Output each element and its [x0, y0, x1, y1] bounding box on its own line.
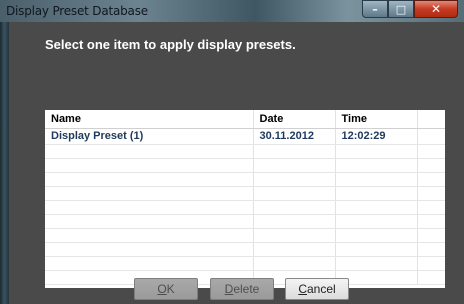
empty-cell — [253, 242, 336, 257]
cell-filler — [417, 128, 445, 145]
minimize-icon: – — [372, 2, 378, 16]
maximize-button[interactable]: □ — [388, 0, 414, 18]
empty-cell — [417, 214, 445, 229]
empty-cell — [45, 172, 254, 187]
table-row-empty[interactable] — [45, 200, 445, 215]
table-row[interactable]: Display Preset (1) 30.11.2012 12:02:29 — [45, 128, 445, 145]
dialog-window: Display Preset Database – □ ✕ Select one… — [0, 0, 464, 304]
column-header-filler — [417, 110, 445, 129]
table-row-empty[interactable] — [45, 144, 445, 159]
delete-button[interactable]: Delete — [210, 278, 274, 300]
maximize-icon: □ — [395, 2, 407, 16]
empty-cell — [417, 242, 445, 257]
column-header-time[interactable]: Time — [335, 110, 418, 129]
table-row-empty[interactable] — [45, 186, 445, 201]
close-button[interactable]: ✕ — [414, 0, 458, 18]
cancel-accel: C — [298, 282, 307, 296]
empty-cell — [45, 200, 254, 215]
table-row-empty[interactable] — [45, 256, 445, 271]
ok-button[interactable]: OK — [134, 278, 198, 300]
empty-cell — [253, 186, 336, 201]
empty-cell — [335, 256, 418, 271]
empty-cell — [45, 242, 254, 257]
cell-date: 30.11.2012 — [253, 128, 336, 145]
empty-cell — [335, 200, 418, 215]
ok-label: K — [166, 282, 175, 296]
empty-cell — [417, 158, 445, 173]
empty-cell — [417, 256, 445, 271]
cell-time: 12:02:29 — [335, 128, 418, 145]
window-frame-left — [0, 22, 9, 304]
empty-cell — [45, 186, 254, 201]
empty-cell — [253, 228, 336, 243]
empty-cell — [417, 186, 445, 201]
empty-cell — [335, 186, 418, 201]
cancel-button[interactable]: Cancel — [285, 278, 349, 300]
empty-cell — [417, 200, 445, 215]
empty-cell — [335, 158, 418, 173]
presets-table[interactable]: Name Date Time Display Preset (1) 30.11.… — [45, 110, 445, 288]
table-header-row: Name Date Time — [45, 110, 445, 129]
button-row: OK Delete Cancel — [9, 278, 464, 302]
table-row-empty[interactable] — [45, 172, 445, 187]
empty-cell — [253, 214, 336, 229]
cell-name: Display Preset (1) — [45, 128, 254, 145]
empty-cell — [253, 158, 336, 173]
column-header-name[interactable]: Name — [45, 110, 254, 129]
empty-cell — [417, 172, 445, 187]
empty-cell — [335, 214, 418, 229]
window-title: Display Preset Database — [6, 4, 148, 18]
empty-cell — [45, 144, 254, 159]
table-row-empty[interactable] — [45, 158, 445, 173]
table-row-empty[interactable] — [45, 242, 445, 257]
empty-cell — [335, 228, 418, 243]
empty-cell — [335, 144, 418, 159]
close-icon: ✕ — [430, 2, 442, 16]
delete-accel: D — [224, 282, 234, 296]
empty-cell — [417, 144, 445, 159]
empty-cell — [335, 242, 418, 257]
empty-cell — [45, 214, 254, 229]
ok-accel: O — [157, 282, 167, 296]
title-bar[interactable]: Display Preset Database – □ ✕ — [0, 0, 464, 22]
empty-cell — [417, 228, 445, 243]
table-row-empty[interactable] — [45, 214, 445, 229]
empty-cell — [45, 228, 254, 243]
empty-cell — [253, 172, 336, 187]
empty-cell — [45, 158, 254, 173]
caption-buttons: – □ ✕ — [362, 0, 458, 19]
empty-cell — [335, 172, 418, 187]
instruction-text: Select one item to apply display presets… — [45, 37, 296, 52]
cancel-label: ancel — [306, 282, 336, 296]
delete-label: elete — [233, 282, 260, 296]
column-header-date[interactable]: Date — [253, 110, 336, 129]
empty-cell — [45, 256, 254, 271]
empty-cell — [253, 256, 336, 271]
dialog-content: Select one item to apply display presets… — [9, 22, 464, 304]
empty-cell — [253, 144, 336, 159]
table-row-empty[interactable] — [45, 228, 445, 243]
minimize-button[interactable]: – — [362, 0, 388, 18]
empty-cell — [253, 200, 336, 215]
